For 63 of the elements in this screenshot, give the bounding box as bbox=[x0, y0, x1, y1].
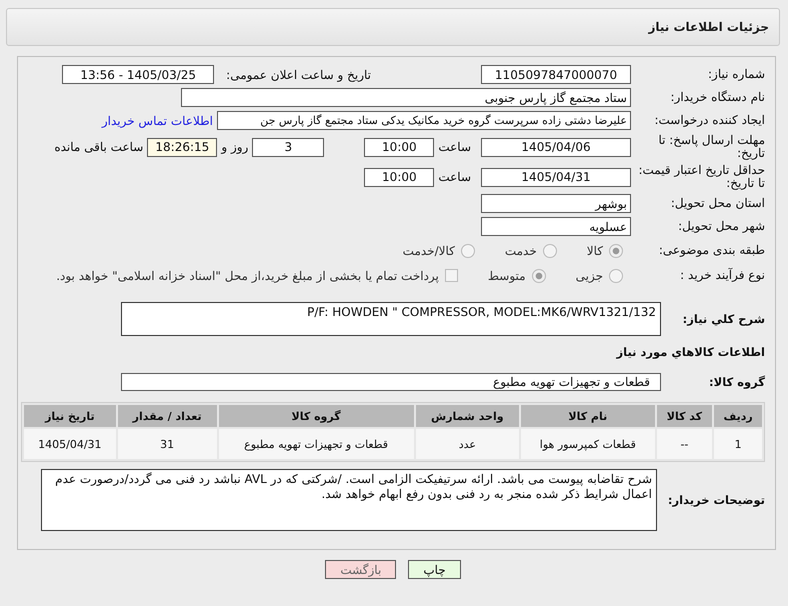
field-label: ساعت bbox=[438, 140, 471, 154]
print-button[interactable]: چاپ bbox=[408, 560, 461, 579]
column-header: تاریخ نیاز bbox=[24, 405, 116, 427]
province-field[interactable]: بوشهر bbox=[481, 194, 631, 213]
creator-field[interactable]: علیرضا دشتی زاده سرپرست گروه خرید مکانیک یدکی ستاد مجتمع گاز پارس جن bbox=[217, 111, 631, 130]
column-header: نام کالا bbox=[521, 405, 655, 427]
buyer-contact-link[interactable]: اطلاعات تماس خریدار bbox=[102, 114, 213, 128]
radio-button[interactable] bbox=[609, 268, 623, 282]
field-label: استان محل تحویل: bbox=[670, 197, 765, 210]
field-label: شرح کلي نیاز: bbox=[682, 312, 765, 326]
field-label: نام دستگاه خریدار: bbox=[670, 91, 765, 104]
buyer-org-field[interactable]: ستاد مجتمع گاز پارس جنوبی bbox=[181, 88, 631, 107]
field-label: طبقه بندی موضوعی: bbox=[658, 244, 765, 257]
column-header: ردیف bbox=[714, 405, 762, 427]
page-title: جزئیات اطلاعات نیاز bbox=[648, 20, 769, 34]
remaining-time-field[interactable]: 18:26:15 bbox=[147, 138, 218, 156]
field-label: ایجاد کننده درخواست: bbox=[653, 114, 765, 127]
field-label: نوع فرآیند خرید : bbox=[679, 269, 765, 282]
option-label: پرداخت تمام یا بخشی از مبلغ خرید،از محل "اسناد خزانه اسلامی" خواهد بود. bbox=[56, 268, 439, 282]
deadline-time-field[interactable]: 10:00 bbox=[364, 138, 434, 156]
option-label: کالا/خدمت bbox=[402, 244, 455, 258]
radio-button[interactable] bbox=[542, 244, 557, 258]
field-label: توضیحات خریدار: bbox=[666, 494, 765, 506]
section-heading: اطلاعات کالاهاي مورد نیاز bbox=[615, 346, 765, 358]
radio-button[interactable] bbox=[460, 244, 475, 258]
field-label: روز و bbox=[221, 140, 248, 154]
column-header: کد کالا bbox=[656, 405, 712, 427]
radio-button[interactable] bbox=[532, 268, 546, 282]
table-cell: عدد bbox=[416, 429, 520, 459]
field-label: ساعت bbox=[438, 170, 471, 184]
option-label: متوسط bbox=[488, 268, 526, 282]
option-label: خدمت bbox=[504, 244, 537, 258]
table-cell: 1 bbox=[714, 429, 762, 459]
description-field[interactable]: P/F: HOWDEN " COMPRESSOR, MODEL:MK6/WRV1321/132 bbox=[121, 302, 661, 336]
table-cell: 31 bbox=[118, 429, 217, 459]
table-cell: قطعات کمپرسور هوا bbox=[521, 429, 655, 459]
need-number-field[interactable]: 1105097847000070 bbox=[481, 65, 631, 84]
column-header: گروه کالا bbox=[218, 405, 414, 427]
table-cell: 1405/04/31 bbox=[24, 429, 116, 459]
days-field[interactable]: 3 bbox=[252, 138, 324, 156]
table-cell: -- bbox=[656, 429, 712, 459]
validity-date-field[interactable]: 1405/04/31 bbox=[481, 168, 631, 186]
field-label: تاریخ و ساعت اعلان عمومی: bbox=[226, 68, 371, 82]
field-label: مهلت ارسال پاسخ: تا تاریخ: bbox=[657, 134, 765, 160]
field-label: حداقل تاریخ اعتبار قیمت: تا تاریخ: bbox=[637, 164, 765, 190]
city-field[interactable]: عسلویه bbox=[481, 217, 631, 236]
field-label: شهر محل تحویل: bbox=[677, 220, 765, 233]
column-header: واحد شمارش bbox=[416, 405, 520, 427]
field-label: شماره نیاز: bbox=[707, 68, 765, 81]
checkbox[interactable] bbox=[444, 269, 458, 282]
deadline-date-field[interactable]: 1405/04/06 bbox=[481, 138, 631, 156]
validity-time-field[interactable]: 10:00 bbox=[364, 168, 434, 186]
goods-group-field[interactable]: قطعات و تجهیزات تهویه مطبوع bbox=[121, 373, 661, 391]
radio-button[interactable] bbox=[609, 244, 623, 258]
back-button[interactable]: بازگشت bbox=[325, 560, 396, 579]
buyer-notes-field[interactable]: شرح تقاضابه پیوست می باشد. ارائه سرتیفیکت الزامی است. /شرکتی که در AVL نباشد رد فنی می گردد/درصورت عدم اعمال شرایط ذکر شده منجر به رد فنی بدون رفع ابهام خواهد شد. bbox=[41, 469, 657, 531]
field-label: گروه کالا: bbox=[708, 376, 765, 388]
column-header: تعداد / مقدار bbox=[118, 405, 217, 427]
table-cell: قطعات و تجهیزات تهویه مطبوع bbox=[218, 429, 414, 459]
option-label: جزیی bbox=[576, 268, 603, 282]
field-label: ساعت باقی مانده bbox=[54, 140, 144, 154]
announce-date-field[interactable]: 1405/03/25 - 13:56 bbox=[62, 65, 214, 84]
option-label: کالا bbox=[586, 244, 603, 258]
